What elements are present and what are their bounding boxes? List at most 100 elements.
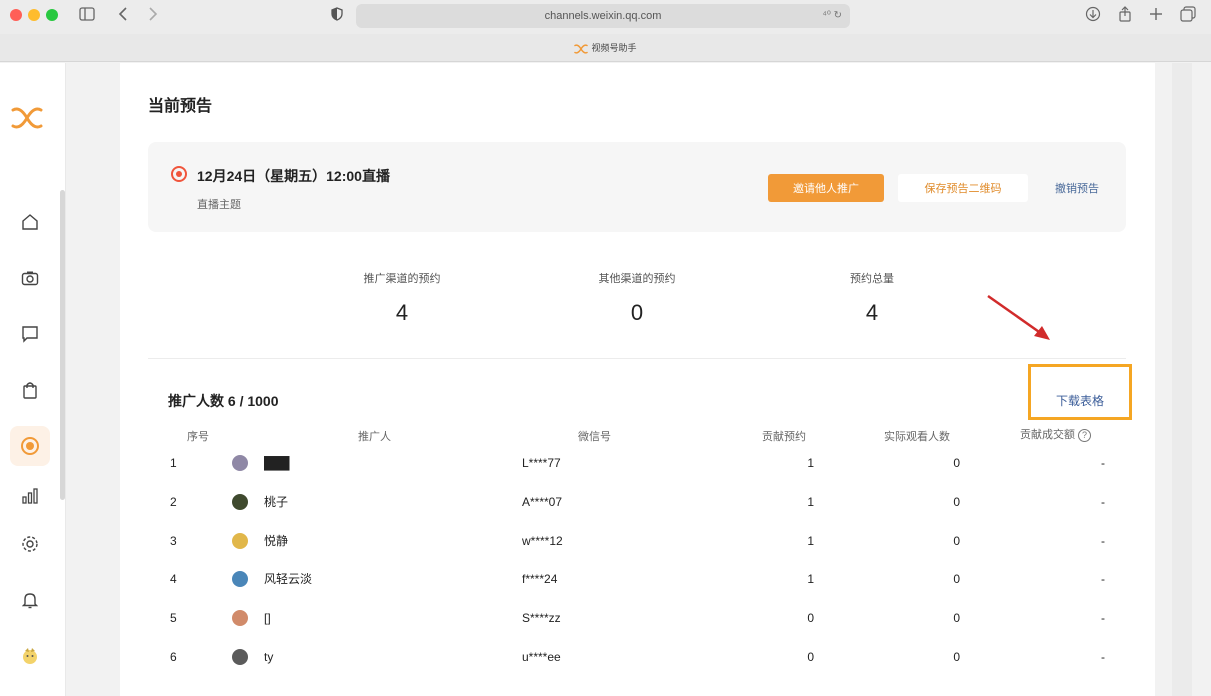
message-icon	[22, 326, 38, 343]
row-index: 3	[170, 533, 177, 548]
back-icon[interactable]	[112, 6, 134, 28]
nav-notifications[interactable]	[10, 580, 50, 620]
window-minimize-button[interactable]	[28, 9, 40, 21]
page-title: 当前预告	[148, 98, 213, 115]
column-header-wechat-id: 微信号	[578, 431, 611, 443]
section-divider	[148, 358, 1126, 359]
stat-label: 其他渠道的预约	[598, 273, 676, 285]
wechat-id: S****zz	[522, 611, 561, 626]
table-row: 6 ty u****ee 0 0 -	[148, 638, 1126, 676]
sidebar-scrollbar[interactable]	[60, 190, 65, 500]
download-table-link[interactable]: 下载表格	[1056, 392, 1104, 409]
column-header-index: 序号	[187, 431, 209, 443]
tab-title-text: 视频号助手	[591, 43, 637, 53]
tab-overview-icon[interactable]	[1177, 6, 1199, 28]
nav-live[interactable]	[10, 426, 50, 466]
wechat-id: L****77	[522, 456, 561, 470]
wechat-id: w****12	[522, 533, 563, 548]
column-header-sales: 贡献成交额?	[1020, 426, 1091, 442]
url-text: channels.weixin.qq.com	[544, 10, 662, 22]
active-tab[interactable]: 视频号助手	[0, 34, 1211, 62]
sales-amount: -	[1101, 611, 1105, 626]
table-row: 2 桃子 A****07 1 0 -	[148, 483, 1126, 521]
privacy-shield-icon[interactable]	[326, 6, 348, 28]
nav-settings[interactable]	[10, 524, 50, 564]
sales-amount: -	[1101, 494, 1105, 509]
stat-promo-reservations: 推广渠道的预约 4	[302, 270, 502, 326]
reservation-count: 0	[807, 611, 814, 626]
channels-logo[interactable]	[10, 106, 44, 135]
viewer-count: 0	[953, 650, 960, 664]
promoter-name: 悦静	[264, 533, 289, 548]
table-row: 1 ███ L****77 1 0 -	[148, 444, 1126, 482]
sales-amount: -	[1101, 533, 1105, 548]
promoter-name: ███	[264, 456, 290, 470]
cancel-preview-link[interactable]: 撤销预告	[1055, 180, 1099, 196]
window-zoom-button[interactable]	[46, 9, 58, 21]
stat-value: 0	[630, 300, 644, 325]
camera-icon	[21, 271, 39, 286]
avatar	[232, 455, 248, 471]
stat-value: 4	[865, 300, 879, 325]
avatar	[232, 649, 248, 665]
sidebar-toggle-icon[interactable]	[76, 6, 98, 28]
window-close-button[interactable]	[10, 9, 22, 21]
promoter-count: 推广人数 6 / 1000	[168, 393, 279, 409]
wechat-id: f****24	[522, 572, 558, 587]
avatar	[232, 610, 248, 627]
channels-logo-icon	[11, 107, 43, 129]
viewer-count: 0	[953, 494, 960, 509]
row-index: 1	[170, 456, 177, 470]
tab-bar: 视频号助手	[0, 34, 1211, 62]
table-row: 5 [] S****zz 0 0 -	[148, 599, 1126, 637]
sales-amount: -	[1101, 572, 1105, 587]
row-index: 6	[170, 650, 177, 664]
download-icon[interactable]	[1082, 6, 1104, 28]
nav-data[interactable]	[10, 476, 50, 516]
bag-icon	[23, 382, 37, 399]
browser-toolbar: channels.weixin.qq.com ⁴⁰ ↻	[0, 0, 1211, 34]
live-status-icon	[171, 166, 187, 182]
save-qrcode-button[interactable]: 保存预告二维码	[898, 174, 1028, 202]
nav-content[interactable]	[10, 258, 50, 298]
reservation-count: 1	[807, 494, 814, 509]
share-icon[interactable]	[1114, 6, 1136, 28]
stat-label: 推广渠道的预约	[363, 273, 441, 285]
wechat-id: A****07	[522, 494, 563, 509]
stat-other-reservations: 其他渠道的预约 0	[537, 270, 737, 326]
column-header-promoter: 推广人	[358, 431, 391, 443]
nav-interaction[interactable]	[10, 314, 50, 354]
address-bar[interactable]: channels.weixin.qq.com ⁴⁰ ↻	[356, 4, 850, 28]
row-index: 4	[170, 572, 177, 587]
stat-label: 预约总量	[850, 273, 894, 285]
channels-logo-icon	[574, 44, 589, 54]
help-icon[interactable]: ?	[1078, 428, 1091, 442]
nav-home[interactable]	[10, 202, 50, 242]
viewer-count: 0	[953, 533, 960, 548]
nav-account[interactable]	[10, 636, 50, 676]
reload-icon[interactable]: ⁴⁰ ↻	[823, 4, 842, 28]
bell-icon	[22, 593, 38, 609]
promoter-name: []	[264, 611, 271, 626]
nav-shop[interactable]	[10, 370, 50, 410]
viewer-count: 0	[953, 572, 960, 587]
live-icon	[21, 437, 39, 455]
wechat-id: u****ee	[522, 650, 561, 664]
new-tab-icon[interactable]	[1145, 6, 1167, 28]
viewer-count: 0	[953, 611, 960, 626]
row-index: 5	[170, 611, 177, 626]
avatar	[232, 532, 248, 549]
column-header-viewers: 实际观看人数	[884, 431, 950, 443]
promoter-name: ty	[264, 650, 274, 664]
page-scrollbar-track[interactable]	[1172, 63, 1192, 696]
live-topic: 直播主题	[197, 199, 241, 211]
home-icon	[22, 214, 38, 230]
invite-promoter-button[interactable]: 邀请他人推广	[768, 174, 884, 202]
avatar	[232, 493, 248, 510]
sales-amount: -	[1101, 650, 1105, 664]
reservation-count: 1	[807, 456, 814, 470]
stat-value: 4	[395, 300, 409, 325]
promoter-name: 风轻云淡	[264, 572, 313, 587]
reservation-count: 0	[807, 650, 814, 664]
forward-icon[interactable]	[142, 6, 164, 28]
